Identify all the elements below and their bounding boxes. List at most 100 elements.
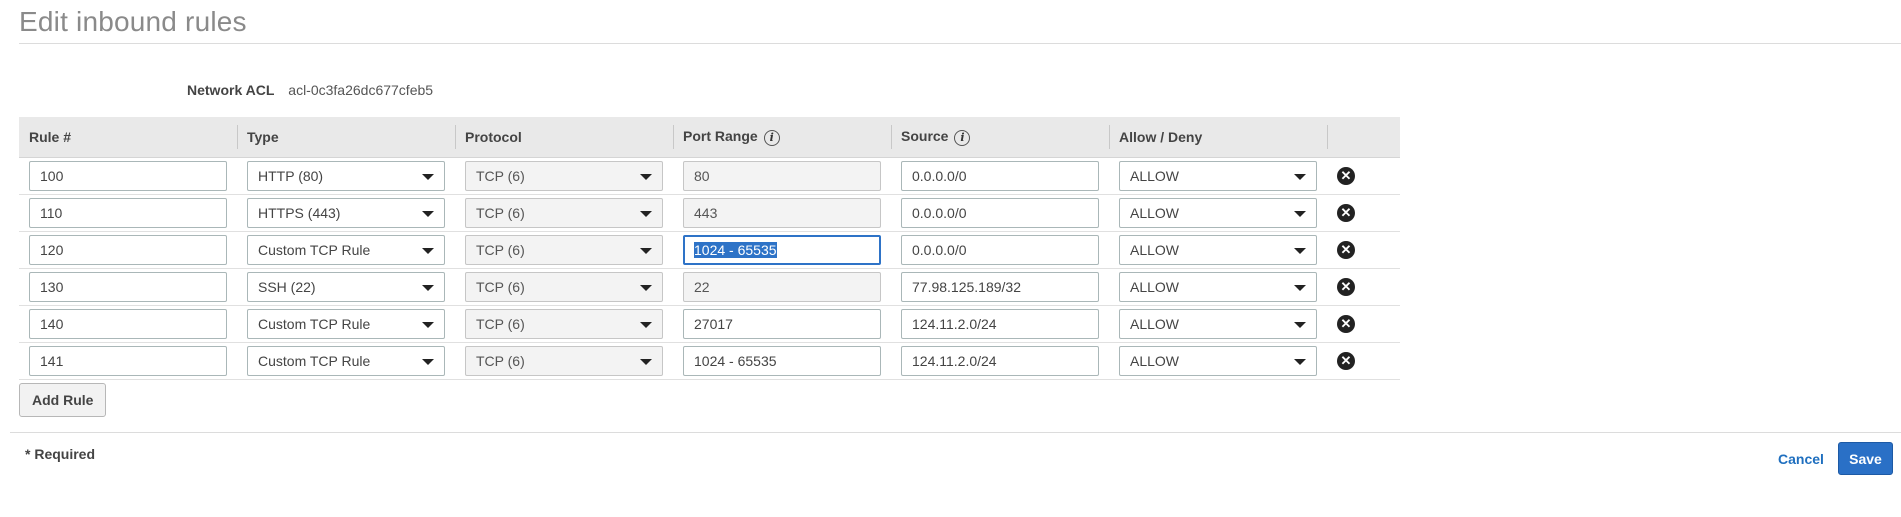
type-select[interactable]: Custom TCP Rule xyxy=(247,346,445,376)
column-header-source: Source i xyxy=(891,117,1109,158)
type-select-value: SSH (22) xyxy=(258,279,316,295)
close-circle-icon[interactable]: ✕ xyxy=(1337,278,1355,296)
protocol-select-value: TCP (6) xyxy=(476,242,525,258)
source-input[interactable]: 0.0.0.0/0 xyxy=(901,198,1099,228)
info-icon[interactable]: i xyxy=(763,129,780,146)
protocol-select[interactable]: TCP (6) xyxy=(465,272,663,302)
network-acl-label: Network ACL xyxy=(187,82,275,98)
port-range-input[interactable]: 22 xyxy=(683,272,881,302)
protocol-select[interactable]: TCP (6) xyxy=(465,235,663,265)
chevron-down-icon xyxy=(640,285,652,291)
protocol-select-value: TCP (6) xyxy=(476,353,525,369)
source-input[interactable]: 77.98.125.189/32 xyxy=(901,272,1099,302)
table-row: 110 HTTPS (443) TCP (6) 443 0.0.0.0/0 AL… xyxy=(19,194,1400,232)
chevron-down-icon xyxy=(1294,174,1306,180)
type-select-value: HTTP (80) xyxy=(258,168,324,184)
close-circle-icon[interactable]: ✕ xyxy=(1337,315,1355,333)
page-title: Edit inbound rules xyxy=(19,6,247,37)
close-circle-icon[interactable]: ✕ xyxy=(1337,167,1355,185)
allow-deny-select-value: ALLOW xyxy=(1130,205,1180,221)
port-range-input[interactable]: 1024 - 65535 xyxy=(683,235,881,265)
chevron-down-icon xyxy=(640,322,652,328)
cancel-link[interactable]: Cancel xyxy=(1778,451,1824,467)
allow-deny-select[interactable]: ALLOW xyxy=(1119,346,1317,376)
source-input[interactable]: 124.11.2.0/24 xyxy=(901,346,1099,376)
chevron-down-icon xyxy=(640,174,652,180)
table-row: 100 HTTP (80) TCP (6) 80 0.0.0.0/0 ALLOW… xyxy=(19,157,1400,195)
type-select-value: HTTPS (443) xyxy=(258,205,341,221)
chevron-down-icon xyxy=(640,248,652,254)
protocol-select[interactable]: TCP (6) xyxy=(465,309,663,339)
inbound-rules-table: Rule # Type Protocol Port Range i Source i… xyxy=(19,117,1400,380)
source-input[interactable]: 0.0.0.0/0 xyxy=(901,161,1099,191)
port-range-input[interactable]: 80 xyxy=(683,161,881,191)
network-acl-id: acl-0c3fa26dc677cfeb5 xyxy=(288,82,434,98)
protocol-select-value: TCP (6) xyxy=(476,279,525,295)
footer-divider xyxy=(10,432,1901,433)
port-range-input[interactable]: 27017 xyxy=(683,309,881,339)
table-header-row: Rule # Type Protocol Port Range i Source i… xyxy=(19,117,1400,158)
rule-number-input[interactable]: 140 xyxy=(29,309,227,339)
allow-deny-select[interactable]: ALLOW xyxy=(1119,235,1317,265)
title-divider xyxy=(19,43,1901,44)
protocol-select-value: TCP (6) xyxy=(476,168,525,184)
protocol-select[interactable]: TCP (6) xyxy=(465,346,663,376)
column-header-port-range-label: Port Range xyxy=(683,128,758,145)
add-rule-button[interactable]: Add Rule xyxy=(19,383,107,417)
protocol-select[interactable]: TCP (6) xyxy=(465,198,663,228)
close-circle-icon[interactable]: ✕ xyxy=(1337,352,1355,370)
type-select[interactable]: HTTPS (443) xyxy=(247,198,445,228)
column-header-rule: Rule # xyxy=(19,117,237,158)
type-select[interactable]: HTTP (80) xyxy=(247,161,445,191)
column-header-type-label: Type xyxy=(247,129,279,145)
column-header-actions xyxy=(1327,117,1400,158)
chevron-down-icon xyxy=(1294,248,1306,254)
chevron-down-icon xyxy=(1294,285,1306,291)
chevron-down-icon xyxy=(640,211,652,217)
allow-deny-select-value: ALLOW xyxy=(1130,279,1180,295)
chevron-down-icon xyxy=(1294,322,1306,328)
chevron-down-icon xyxy=(422,359,434,365)
save-button[interactable]: Save xyxy=(1838,442,1893,475)
allow-deny-select-value: ALLOW xyxy=(1130,353,1180,369)
allow-deny-select[interactable]: ALLOW xyxy=(1119,272,1317,302)
allow-deny-select-value: ALLOW xyxy=(1130,242,1180,258)
table-row: 141 Custom TCP Rule TCP (6) 1024 - 65535… xyxy=(19,342,1400,380)
rule-number-input[interactable]: 120 xyxy=(29,235,227,265)
chevron-down-icon xyxy=(640,359,652,365)
allow-deny-select[interactable]: ALLOW xyxy=(1119,161,1317,191)
close-circle-icon[interactable]: ✕ xyxy=(1337,204,1355,222)
type-select[interactable]: Custom TCP Rule xyxy=(247,235,445,265)
column-header-source-label: Source xyxy=(901,128,949,145)
column-header-allow-deny: Allow / Deny xyxy=(1109,117,1327,158)
protocol-select[interactable]: TCP (6) xyxy=(465,161,663,191)
type-select[interactable]: SSH (22) xyxy=(247,272,445,302)
info-icon[interactable]: i xyxy=(954,129,971,146)
table-row: 120 Custom TCP Rule TCP (6) 1024 - 65535… xyxy=(19,231,1400,269)
close-circle-icon[interactable]: ✕ xyxy=(1337,241,1355,259)
protocol-select-value: TCP (6) xyxy=(476,205,525,221)
rule-number-input[interactable]: 141 xyxy=(29,346,227,376)
chevron-down-icon xyxy=(1294,211,1306,217)
required-note: * Required xyxy=(25,446,96,462)
rule-number-input[interactable]: 130 xyxy=(29,272,227,302)
type-select[interactable]: Custom TCP Rule xyxy=(247,309,445,339)
port-range-input[interactable]: 443 xyxy=(683,198,881,228)
chevron-down-icon xyxy=(422,322,434,328)
allow-deny-select[interactable]: ALLOW xyxy=(1119,309,1317,339)
column-header-type: Type xyxy=(237,117,455,158)
network-acl-info: Network ACL acl-0c3fa26dc677cfeb5 xyxy=(187,82,433,98)
port-range-input[interactable]: 1024 - 65535 xyxy=(683,346,881,376)
chevron-down-icon xyxy=(422,285,434,291)
rule-number-input[interactable]: 100 xyxy=(29,161,227,191)
source-input[interactable]: 124.11.2.0/24 xyxy=(901,309,1099,339)
chevron-down-icon xyxy=(422,248,434,254)
port-range-selected-text: 1024 - 65535 xyxy=(694,242,777,258)
chevron-down-icon xyxy=(422,211,434,217)
table-row: 140 Custom TCP Rule TCP (6) 27017 124.11… xyxy=(19,305,1400,343)
type-select-value: Custom TCP Rule xyxy=(258,316,371,332)
allow-deny-select[interactable]: ALLOW xyxy=(1119,198,1317,228)
rule-number-input[interactable]: 110 xyxy=(29,198,227,228)
protocol-select-value: TCP (6) xyxy=(476,316,525,332)
source-input[interactable]: 0.0.0.0/0 xyxy=(901,235,1099,265)
